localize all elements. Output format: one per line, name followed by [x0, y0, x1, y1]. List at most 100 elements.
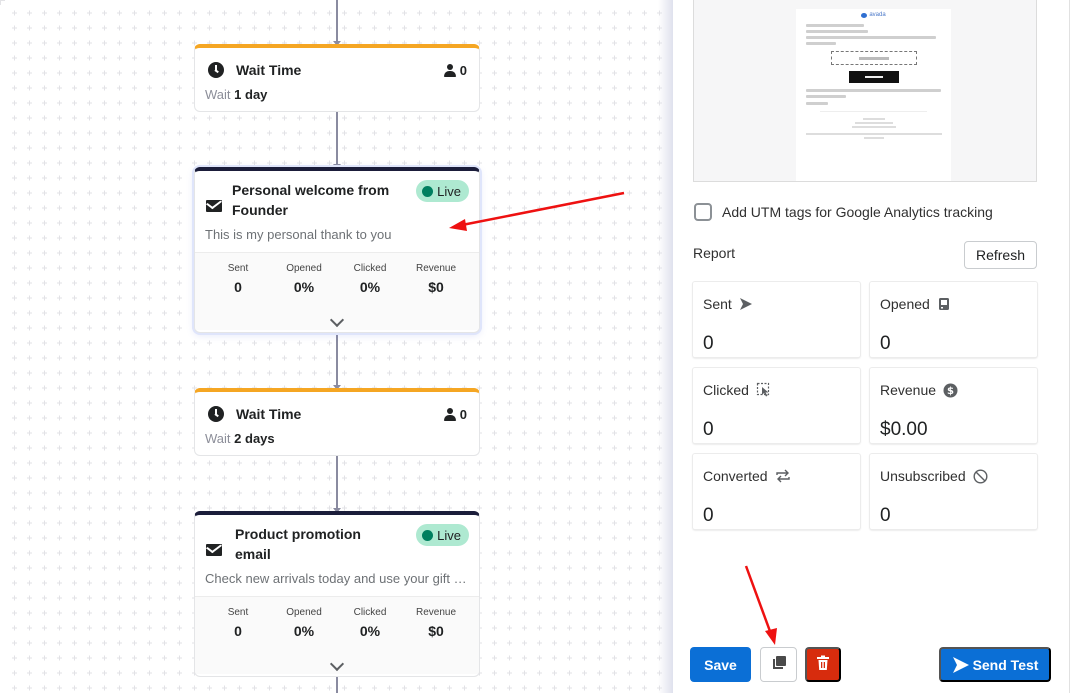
metric-card-revenue: Revenue $ $0.00: [870, 368, 1037, 443]
canvas-edge-shadow: [658, 0, 673, 693]
wait-step-card[interactable]: Wait Time 0 Wait 1 day: [194, 44, 480, 112]
email-step-stats: Sent 0 Opened 0% Clicked 0% Revenue $0: [195, 596, 479, 674]
wait-step-count: 0: [443, 62, 467, 78]
flow-connector: [333, 112, 341, 169]
stat-sent: Sent 0: [205, 263, 271, 330]
stat-revenue: Revenue $0: [403, 607, 469, 674]
clock-icon: [208, 406, 224, 422]
delete-button[interactable]: [805, 647, 841, 682]
click-select-icon: [756, 382, 772, 398]
metric-card-opened: Opened 0: [870, 282, 1037, 357]
wait-step-title: Wait Time: [236, 62, 302, 78]
stat-label: Clicked: [353, 263, 387, 274]
inbox-icon: [937, 297, 951, 311]
stat-label: Revenue: [415, 263, 457, 274]
stat-value: $0: [428, 623, 444, 639]
wait-step-count-value: 0: [459, 62, 467, 78]
email-step-title: Product promotion email: [235, 526, 361, 562]
email-settings-panel: avada Add UTM tags for Google Analytics …: [673, 0, 1072, 693]
email-step-description: Check new arrivals today and use your gi…: [205, 571, 471, 586]
stat-clicked: Clicked 0%: [337, 263, 403, 330]
trash-icon: [816, 655, 830, 674]
preview-logo: avada: [796, 12, 951, 18]
metric-value: $0.00: [880, 419, 928, 440]
stat-clicked: Clicked 0%: [337, 607, 403, 674]
refresh-button[interactable]: Refresh: [964, 241, 1037, 269]
block-icon: [973, 468, 988, 484]
status-dot-icon: [422, 185, 434, 197]
metric-card-converted: Converted 0: [693, 454, 860, 529]
metric-label: Converted: [703, 468, 768, 484]
wait-step-duration: Wait 2 days: [195, 425, 479, 446]
wait-prefix: Wait: [205, 431, 231, 446]
preview-logo-text: avada: [869, 12, 886, 18]
email-step-description: This is my personal thank to you: [205, 227, 392, 242]
metric-value: 0: [880, 333, 891, 354]
utm-checkbox-label[interactable]: Add UTM tags for Google Analytics tracki…: [722, 204, 993, 220]
wait-step-duration: Wait 1 day: [195, 81, 479, 102]
save-button[interactable]: Save: [690, 647, 751, 682]
stat-label: Revenue: [415, 607, 457, 618]
metric-value: 0: [703, 505, 714, 526]
mail-icon: [206, 200, 222, 212]
duplicate-button[interactable]: [760, 647, 797, 682]
email-preview[interactable]: avada: [693, 0, 1037, 182]
metric-card-sent: Sent 0: [693, 282, 860, 357]
wait-prefix: Wait: [205, 87, 231, 102]
person-icon: [443, 407, 456, 421]
email-step-title: Personal welcome from Founder: [232, 182, 390, 218]
stat-value: $0: [428, 279, 444, 295]
metric-label: Revenue: [880, 382, 937, 398]
status-badge-label: Live: [437, 183, 461, 199]
send-icon: [739, 297, 753, 311]
wait-value: 1 day: [234, 87, 268, 102]
wait-step-count: 0: [443, 406, 467, 422]
stat-label: Clicked: [353, 607, 387, 618]
status-dot-icon: [422, 529, 434, 541]
stat-value: 0%: [293, 279, 315, 295]
stat-label: Sent: [227, 607, 249, 618]
report-heading: Report: [693, 245, 736, 261]
person-icon: [443, 63, 456, 77]
wait-value: 2 days: [234, 431, 275, 446]
stat-revenue: Revenue $0: [403, 263, 469, 330]
metric-card-clicked: Clicked 0: [693, 368, 860, 443]
stat-label: Opened: [286, 263, 322, 274]
metric-value: 0: [880, 505, 891, 526]
metric-label: Opened: [880, 296, 930, 312]
metric-card-unsubscribed: Unsubscribed 0: [870, 454, 1037, 529]
metric-label: Clicked: [703, 382, 749, 398]
dollar-circle-icon: $: [943, 383, 958, 398]
stat-value: 0: [234, 623, 242, 639]
flow-connector: [336, 677, 338, 693]
send-test-button[interactable]: Send Test: [939, 647, 1051, 682]
utm-checkbox[interactable]: [694, 203, 712, 221]
metric-value: 0: [703, 419, 714, 440]
metric-label: Unsubscribed: [880, 468, 966, 484]
flow-connector: [333, 456, 341, 513]
status-badge: Live: [416, 524, 469, 546]
wait-step-card[interactable]: Wait Time 0 Wait 2 days: [194, 388, 480, 456]
stat-value: 0%: [359, 279, 381, 295]
wait-step-count-value: 0: [459, 406, 467, 422]
metric-label: Sent: [703, 296, 732, 312]
svg-text:$: $: [947, 386, 954, 397]
stat-label: Opened: [286, 607, 322, 618]
send-icon: [952, 656, 970, 674]
email-step-card[interactable]: Product promotion email Live Check new a…: [194, 511, 480, 677]
flow-canvas[interactable]: Wait Time 0 Wait 1 day Personal welcome …: [0, 0, 673, 693]
email-preview-thumbnail: avada: [796, 9, 951, 181]
email-step-stats: Sent 0 Opened 0% Clicked 0% Revenue $0: [195, 252, 479, 330]
send-test-label: Send Test: [972, 656, 1039, 673]
stat-label: Sent: [227, 263, 249, 274]
stat-opened: Opened 0%: [271, 263, 337, 330]
stat-value: 0%: [293, 623, 315, 639]
mail-icon: [206, 544, 222, 556]
stat-sent: Sent 0: [205, 607, 271, 674]
email-step-card[interactable]: Personal welcome from Founder Live This …: [194, 167, 480, 333]
app-root: Wait Time 0 Wait 1 day Personal welcome …: [0, 0, 1072, 693]
stat-value: 0: [234, 279, 242, 295]
clock-icon: [208, 62, 224, 78]
status-badge-label: Live: [437, 527, 461, 543]
utm-tracking-option[interactable]: Add UTM tags for Google Analytics tracki…: [694, 203, 993, 221]
